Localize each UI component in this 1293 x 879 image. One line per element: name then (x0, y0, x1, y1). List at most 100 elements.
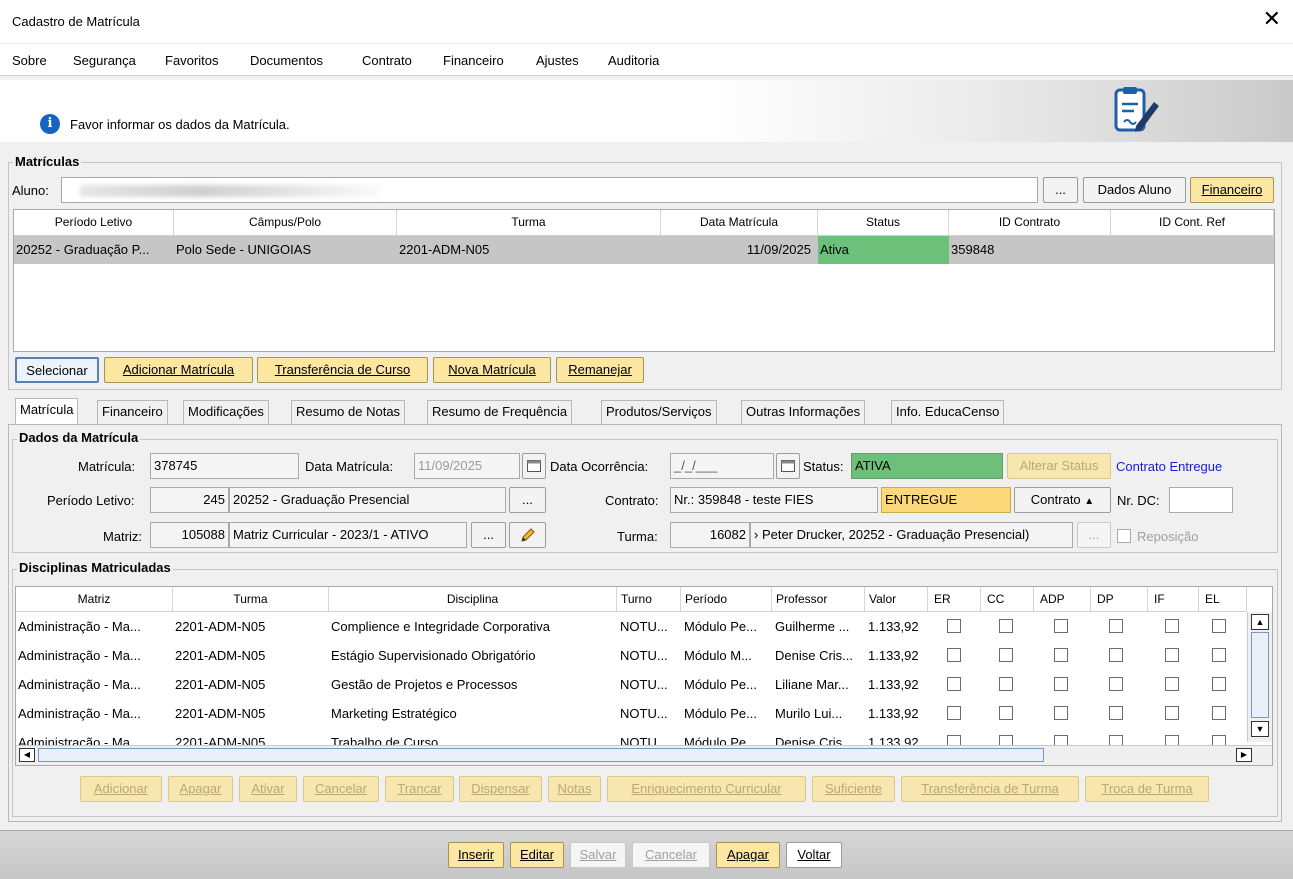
alterar-status-button[interactable]: Alterar Status (1007, 453, 1111, 479)
table-row[interactable]: Administração - Ma... 2201-ADM-N05 Complie… (16, 612, 1247, 641)
tab-modificacoes[interactable]: Modificações (183, 400, 269, 424)
aluno-lookup-button[interactable]: ... (1043, 177, 1078, 203)
matriz-lookup-button[interactable]: ... (471, 522, 506, 548)
vertical-scrollbar[interactable]: ▲ ▼ (1247, 612, 1272, 742)
aluno-field[interactable] (61, 177, 1038, 203)
col-if[interactable]: IF (1148, 587, 1199, 611)
col-periodo[interactable]: Período (681, 587, 772, 611)
calendar-icon-2[interactable] (776, 453, 800, 479)
ativar-button[interactable]: Ativar (239, 776, 297, 802)
tab-produtos-servicos[interactable]: Produtos/Serviços (601, 400, 717, 424)
financeiro-button[interactable]: Financeiro (1190, 177, 1274, 203)
tab-financeiro[interactable]: Financeiro (97, 400, 168, 424)
tab-resumo-notas[interactable]: Resumo de Notas (291, 400, 406, 424)
tab-resumo-frequencia[interactable]: Resumo de Frequência (427, 400, 573, 424)
notas-button[interactable]: Notas (548, 776, 601, 802)
col-professor[interactable]: Professor (772, 587, 865, 611)
menu-contrato[interactable]: Contrato (362, 53, 412, 68)
inserir-button[interactable]: Inserir (448, 842, 504, 868)
adp-checkbox[interactable] (1054, 706, 1068, 720)
scroll-left-icon[interactable]: ◀ (19, 748, 35, 762)
adicionar-matricula-button[interactable]: Adicionar Matrícula (104, 357, 253, 383)
cancelar-button[interactable]: Cancelar (632, 842, 710, 868)
cc-checkbox[interactable] (999, 619, 1013, 633)
enriquecimento-curricular-button[interactable]: Enriquecimento Curricular (607, 776, 806, 802)
table-row[interactable]: Administração - Ma... 2201-ADM-N05 Estágio… (16, 641, 1247, 670)
col-turma[interactable]: Turma (397, 210, 661, 235)
col-turma[interactable]: Turma (173, 587, 329, 611)
adp-checkbox[interactable] (1054, 648, 1068, 662)
data-ocorrencia-field[interactable]: _/_/___ (670, 453, 774, 479)
er-checkbox[interactable] (947, 706, 961, 720)
col-data-matricula[interactable]: Data Matrícula (661, 210, 818, 235)
table-row[interactable]: Administração - Ma... 2201-ADM-N05 Gestão … (16, 670, 1247, 699)
menu-auditoria[interactable]: Auditoria (608, 53, 659, 68)
el-checkbox[interactable] (1212, 677, 1226, 691)
nova-matricula-button[interactable]: Nova Matrícula (433, 357, 551, 383)
cc-checkbox[interactable] (999, 706, 1013, 720)
table-row[interactable]: Administração - Ma... 2201-ADM-N05 Marketi… (16, 699, 1247, 728)
tab-outras-informacoes[interactable]: Outras Informações (741, 400, 866, 424)
trancar-button[interactable]: Trancar (385, 776, 454, 802)
er-checkbox[interactable] (947, 677, 961, 691)
dp-checkbox[interactable] (1109, 619, 1123, 633)
contrato-dropdown-button[interactable]: Contrato ▲ (1014, 487, 1111, 513)
table-row[interactable]: 20252 - Graduação P... Polo Sede - UNIGO… (14, 236, 1274, 264)
selecionar-button[interactable]: Selecionar (15, 357, 99, 383)
nr-dc-field[interactable] (1169, 487, 1233, 513)
cc-checkbox[interactable] (999, 648, 1013, 662)
matricula-field[interactable]: 378745 (150, 453, 299, 479)
horizontal-scrollbar[interactable]: ◀ ▶ (16, 745, 1272, 765)
el-checkbox[interactable] (1212, 648, 1226, 662)
periodo-lookup-button[interactable]: ... (509, 487, 546, 513)
col-matriz[interactable]: Matriz (16, 587, 173, 611)
cancelar-disciplina-button[interactable]: Cancelar (303, 776, 379, 802)
if-checkbox[interactable] (1165, 706, 1179, 720)
edit-matriz-button[interactable] (509, 522, 546, 548)
calendar-icon[interactable] (522, 453, 546, 479)
col-campus-polo[interactable]: Câmpus/Polo (174, 210, 397, 235)
dispensar-button[interactable]: Dispensar (459, 776, 542, 802)
salvar-button[interactable]: Salvar (570, 842, 626, 868)
col-periodo-letivo[interactable]: Período Letivo (14, 210, 174, 235)
turma-lookup-button[interactable]: ... (1077, 522, 1111, 548)
col-dp[interactable]: DP (1091, 587, 1148, 611)
apagar-button[interactable]: Apagar (716, 842, 780, 868)
col-valor[interactable]: Valor (865, 587, 928, 611)
scroll-up-icon[interactable]: ▲ (1251, 614, 1269, 630)
dp-checkbox[interactable] (1109, 706, 1123, 720)
adp-checkbox[interactable] (1054, 677, 1068, 691)
col-status[interactable]: Status (818, 210, 949, 235)
col-disciplina[interactable]: Disciplina (329, 587, 617, 611)
editar-button[interactable]: Editar (510, 842, 564, 868)
col-id-contrato[interactable]: ID Contrato (949, 210, 1111, 235)
apagar-disciplina-button[interactable]: Apagar (168, 776, 233, 802)
menu-seguranca[interactable]: Segurança (73, 53, 136, 68)
tab-matricula[interactable]: Matrícula (15, 398, 79, 425)
if-checkbox[interactable] (1165, 648, 1179, 662)
er-checkbox[interactable] (947, 619, 961, 633)
remanejar-button[interactable]: Remanejar (556, 357, 644, 383)
menu-ajustes[interactable]: Ajustes (536, 53, 579, 68)
col-er[interactable]: ER (928, 587, 981, 611)
col-el[interactable]: EL (1199, 587, 1247, 611)
scroll-thumb[interactable] (1251, 632, 1269, 718)
er-checkbox[interactable] (947, 648, 961, 662)
col-turno[interactable]: Turno (617, 587, 681, 611)
menu-financeiro[interactable]: Financeiro (443, 53, 504, 68)
menu-favoritos[interactable]: Favoritos (165, 53, 218, 68)
tab-info-educacenso[interactable]: Info. EducaCenso (891, 400, 1005, 424)
reposicao-checkbox[interactable] (1117, 529, 1131, 543)
troca-turma-button[interactable]: Troca de Turma (1085, 776, 1209, 802)
dp-checkbox[interactable] (1109, 648, 1123, 662)
col-id-cont-ref[interactable]: ID Cont. Ref (1111, 210, 1274, 235)
col-cc[interactable]: CC (981, 587, 1034, 611)
transferencia-turma-button[interactable]: Transferência de Turma (901, 776, 1079, 802)
menu-documentos[interactable]: Documentos (250, 53, 323, 68)
suficiente-button[interactable]: Suficiente (812, 776, 895, 802)
dados-aluno-button[interactable]: Dados Aluno (1083, 177, 1186, 203)
adp-checkbox[interactable] (1054, 619, 1068, 633)
contrato-entregue-link[interactable]: Contrato Entregue (1116, 459, 1222, 474)
scroll-right-icon[interactable]: ▶ (1236, 748, 1252, 762)
voltar-button[interactable]: Voltar (786, 842, 842, 868)
